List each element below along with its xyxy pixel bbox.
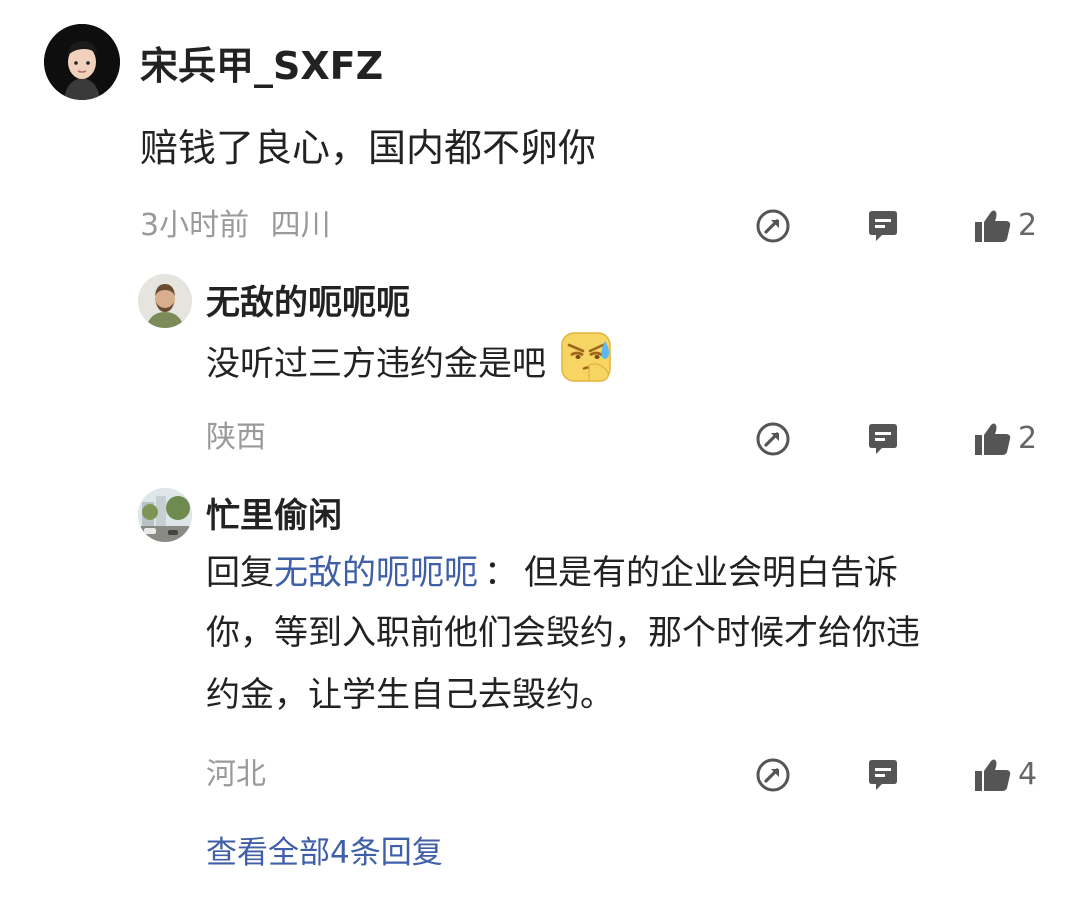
like-count: 2 [1018,208,1038,243]
like-count: 4 [1018,757,1038,792]
sweat-emoji-icon [559,331,615,400]
comment-location: 四川 [270,208,331,243]
reply-text-content: 没听过三方违约金是吧 [206,344,546,384]
share-icon [756,209,790,243]
reply-button[interactable] [863,206,903,246]
comment-icon [869,760,897,790]
thumbs-up-icon [975,423,1011,455]
share-button[interactable] [753,419,793,459]
avatar[interactable] [44,24,120,100]
reply-button[interactable] [863,419,903,459]
comment-icon [869,424,897,454]
reply-text: 回复无敌的呃呃呃：但是有的企业会明白告诉 [206,545,898,601]
comment-text: 赔钱了良心，国内都不卵你 [140,126,597,170]
comment-time: 3小时前 [140,208,250,243]
comment-username[interactable]: 宋兵甲_SXFZ [140,38,383,94]
thumbs-up-icon [975,210,1011,242]
reply-separator: ： [484,553,518,593]
comment-icon [869,211,897,241]
reply-username[interactable]: 无敌的呃呃呃 [206,279,410,327]
reply-username[interactable]: 忙里偷闲 [206,492,342,540]
share-icon [756,422,790,456]
reply-text-line-2: 你，等到入职前他们会毁约，那个时候才给你违 [206,613,920,653]
like-count: 2 [1018,421,1038,456]
reply-text-line-3: 约金，让学生自己去毁约。 [206,675,614,715]
like-button[interactable]: 2 [974,419,1037,459]
avatar[interactable] [138,274,192,328]
reply-button[interactable] [863,755,903,795]
share-button[interactable] [753,755,793,795]
mention-link[interactable]: 无敌的呃呃呃 [274,553,478,593]
reply-text-line-1: 但是有的企业会明白告诉 [524,553,898,593]
thumbs-up-icon [975,759,1011,791]
reply-prefix: 回复 [206,553,274,593]
like-button[interactable]: 2 [974,206,1037,246]
reply-location: 河北 [206,757,266,792]
reply-location: 陕西 [206,420,266,455]
reply-text: 没听过三方违约金是吧 [206,331,615,400]
share-button[interactable] [753,206,793,246]
comment-meta: 3小时前 四川 [140,206,331,246]
share-icon [756,758,790,792]
view-all-replies-link[interactable]: 查看全部4条回复 [206,831,443,875]
like-button[interactable]: 4 [974,755,1037,795]
avatar[interactable] [138,488,192,542]
